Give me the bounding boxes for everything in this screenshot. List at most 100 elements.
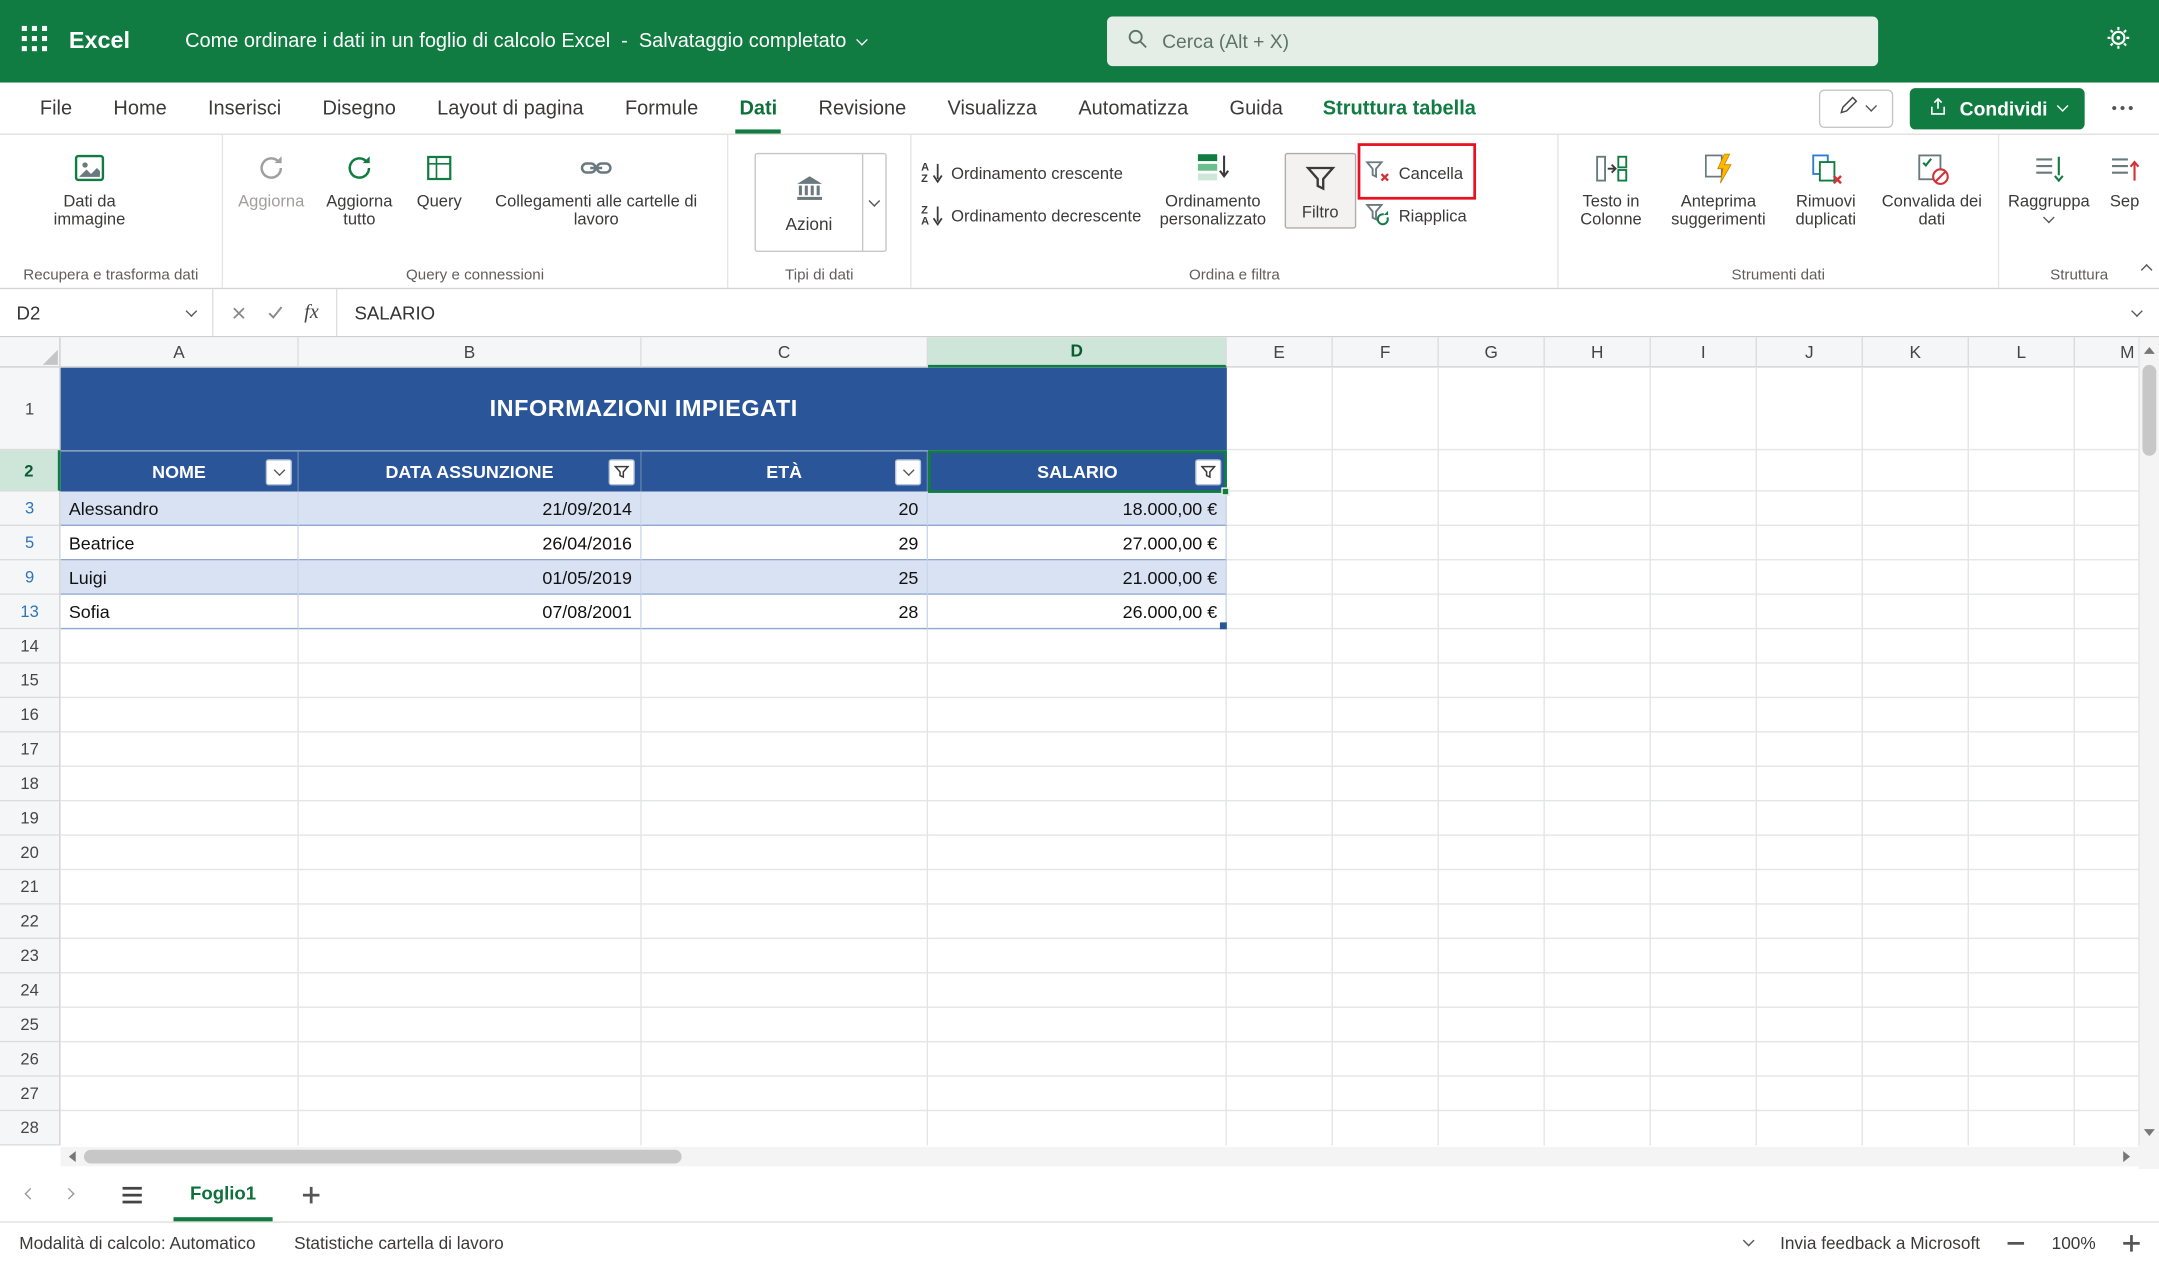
workbook-links-button[interactable]: Collegamenti alle cartelle di lavoro — [478, 146, 715, 229]
table-cell[interactable]: Beatrice — [61, 526, 299, 560]
ribbon-tab-disegno[interactable]: Disegno — [302, 83, 417, 134]
table-cell[interactable]: 29 — [642, 526, 928, 560]
name-box[interactable]: D2 — [0, 289, 213, 336]
refresh-all-button[interactable]: Aggiorna tutto — [318, 146, 401, 229]
custom-sort-button[interactable]: Ordinamento personalizzato — [1150, 146, 1277, 229]
ribbon-tab-inserisci[interactable]: Inserisci — [187, 83, 302, 134]
ribbon-tab-file[interactable]: File — [19, 83, 92, 134]
column-header-F[interactable]: F — [1333, 337, 1439, 367]
fill-handle[interactable] — [1221, 487, 1229, 495]
text-to-columns-button[interactable]: Testo in Colonne — [1568, 146, 1653, 229]
row-header-14[interactable]: 14 — [0, 629, 61, 663]
column-header-H[interactable]: H — [1545, 337, 1651, 367]
data-validation-button[interactable]: Convalida dei dati — [1877, 146, 1987, 229]
data-types-gallery-button[interactable]: Azioni — [755, 153, 887, 252]
row-header-1[interactable]: 1 — [0, 368, 61, 451]
sort-descending-button[interactable]: ZA Ordinamento decrescente — [921, 200, 1141, 233]
refresh-button[interactable]: Aggiorna — [233, 146, 310, 211]
add-sheet-button[interactable] — [292, 1176, 331, 1215]
gallery-dropdown-button[interactable] — [862, 154, 885, 250]
table-cell[interactable]: 21/09/2014 — [299, 492, 642, 526]
share-button[interactable]: Condividi — [1910, 87, 2085, 128]
ribbon-tab-layout-di-pagina[interactable]: Layout di pagina — [416, 83, 604, 134]
table-cell[interactable]: 18.000,00 € — [928, 492, 1227, 526]
insert-function-button[interactable]: fx — [304, 301, 318, 324]
confirm-entry-button[interactable] — [267, 304, 284, 321]
cancel-entry-button[interactable] — [231, 305, 246, 320]
calculation-mode-button[interactable]: Modalità di calcolo: Automatico — [19, 1233, 255, 1252]
table-cell[interactable]: Luigi — [61, 560, 299, 594]
zoom-level-button[interactable]: 100% — [2052, 1233, 2096, 1252]
table-cell[interactable]: Sofia — [61, 595, 299, 629]
select-all-button[interactable] — [0, 337, 61, 367]
row-header-17[interactable]: 17 — [0, 733, 61, 767]
scroll-right-button[interactable] — [2116, 1147, 2137, 1166]
row-header-24[interactable]: 24 — [0, 973, 61, 1007]
vertical-scroll-thumb[interactable] — [2142, 365, 2156, 456]
cells-area[interactable]: INFORMAZIONI IMPIEGATI NOMEDATA ASSUNZIO… — [61, 368, 2139, 1146]
remove-duplicates-button[interactable]: Rimuovi duplicati — [1783, 146, 1868, 229]
column-header-K[interactable]: K — [1863, 337, 1969, 367]
flash-fill-button[interactable]: Anteprima suggerimenti — [1662, 146, 1775, 229]
column-header-I[interactable]: I — [1651, 337, 1757, 367]
group-button[interactable]: Raggruppa — [2009, 146, 2089, 222]
tab-struttura-tabella[interactable]: Struttura tabella — [1303, 83, 1495, 134]
search-input[interactable] — [1162, 30, 1859, 52]
column-header-B[interactable]: B — [299, 337, 642, 367]
table-cell[interactable]: 28 — [642, 595, 928, 629]
ribbon-tab-dati[interactable]: Dati — [719, 83, 798, 134]
table-cell[interactable]: 07/08/2001 — [299, 595, 642, 629]
ungroup-button[interactable]: Sep — [2097, 146, 2152, 211]
ribbon-tab-visualizza[interactable]: Visualizza — [927, 83, 1058, 134]
row-header-21[interactable]: 21 — [0, 870, 61, 904]
queries-button[interactable]: Query — [409, 146, 470, 211]
table-cell[interactable]: 26.000,00 € — [928, 595, 1227, 629]
row-header-23[interactable]: 23 — [0, 939, 61, 973]
column-header-G[interactable]: G — [1439, 337, 1545, 367]
horizontal-scrollbar[interactable] — [61, 1147, 2139, 1166]
app-launcher-button[interactable] — [0, 0, 69, 83]
ribbon-tab-automatizza[interactable]: Automatizza — [1058, 83, 1209, 134]
horizontal-scroll-thumb[interactable] — [84, 1150, 682, 1164]
table-cell[interactable]: 20 — [642, 492, 928, 526]
row-header-19[interactable]: 19 — [0, 801, 61, 835]
column-header-J[interactable]: J — [1757, 337, 1863, 367]
row-header-25[interactable]: 25 — [0, 1008, 61, 1042]
ribbon-tab-revisione[interactable]: Revisione — [798, 83, 927, 134]
row-header-9[interactable]: 9 — [0, 560, 61, 594]
row-header-3[interactable]: 3 — [0, 492, 61, 526]
table-resize-handle[interactable] — [1220, 622, 1227, 629]
row-header-15[interactable]: 15 — [0, 664, 61, 698]
row-header-16[interactable]: 16 — [0, 698, 61, 732]
table-cell[interactable]: 01/05/2019 — [299, 560, 642, 594]
next-sheet-button[interactable] — [50, 1176, 89, 1215]
zoom-in-button[interactable] — [2123, 1234, 2140, 1251]
row-header-20[interactable]: 20 — [0, 836, 61, 870]
table-cell[interactable]: 25 — [642, 560, 928, 594]
data-from-picture-button[interactable]: Dati da immagine — [32, 146, 148, 229]
column-header-A[interactable]: A — [61, 337, 299, 367]
scroll-up-button[interactable] — [2140, 340, 2159, 361]
row-header-27[interactable]: 27 — [0, 1077, 61, 1111]
row-header-13[interactable]: 13 — [0, 595, 61, 629]
draw-tool-button[interactable] — [1819, 89, 1893, 128]
document-title-button[interactable]: Come ordinare i dati in un foglio di cal… — [185, 30, 866, 52]
expand-formula-bar-button[interactable] — [2115, 310, 2159, 314]
row-header-5[interactable]: 5 — [0, 526, 61, 560]
reapply-filter-button[interactable]: Riapplica — [1364, 200, 1466, 233]
ribbon-tab-guida[interactable]: Guida — [1209, 83, 1304, 134]
row-header-28[interactable]: 28 — [0, 1111, 61, 1145]
filter-toggle-button[interactable]: Filtro — [1284, 153, 1356, 229]
table-cell[interactable]: 26/04/2016 — [299, 526, 642, 560]
column-header-L[interactable]: L — [1969, 337, 2075, 367]
workbook-statistics-button[interactable]: Statistiche cartella di lavoro — [294, 1233, 504, 1252]
column-header-E[interactable]: E — [1227, 337, 1333, 367]
table-cell[interactable]: 21.000,00 € — [928, 560, 1227, 594]
ribbon-tab-home[interactable]: Home — [93, 83, 188, 134]
collapse-ribbon-button[interactable] — [2142, 256, 2150, 281]
zoom-out-button[interactable] — [2008, 1241, 2025, 1244]
scroll-left-button[interactable] — [62, 1147, 83, 1166]
row-header-18[interactable]: 18 — [0, 767, 61, 801]
filter-menu-button[interactable] — [895, 459, 921, 485]
sort-ascending-button[interactable]: AZ Ordinamento crescente — [921, 157, 1141, 190]
